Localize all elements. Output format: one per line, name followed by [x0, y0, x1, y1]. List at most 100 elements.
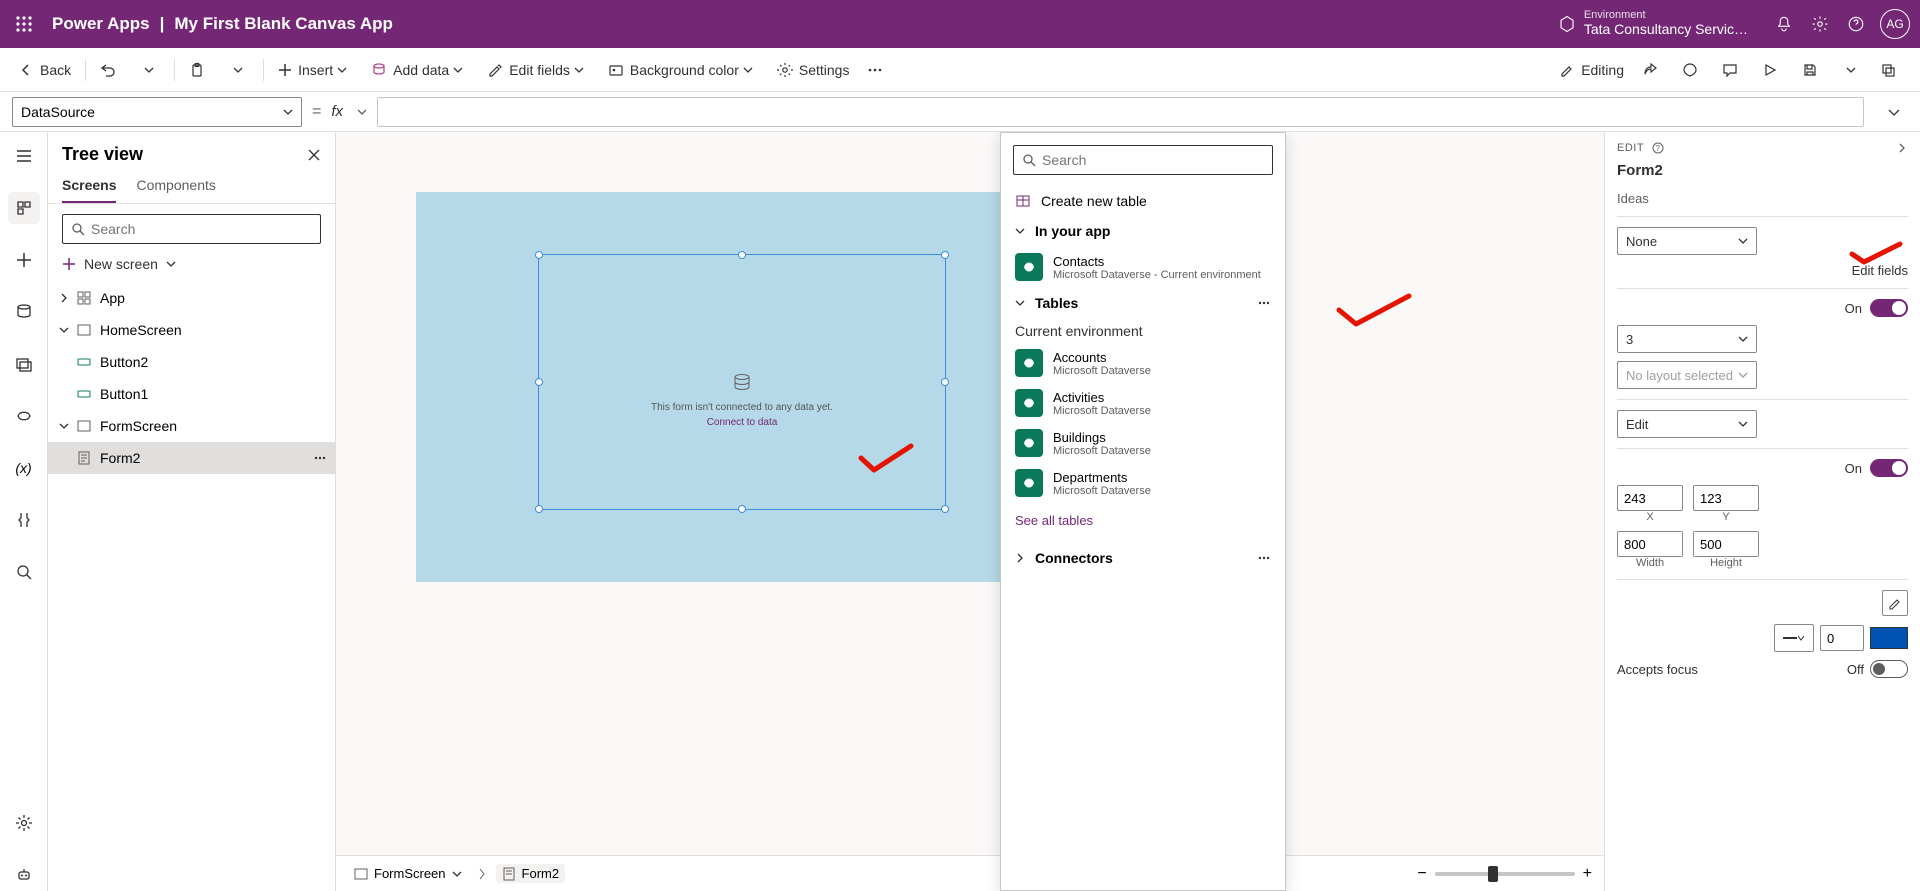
settings-button[interactable]: Settings [769, 54, 858, 86]
save-button[interactable] [1794, 54, 1832, 86]
save-dropdown[interactable] [1834, 54, 1870, 86]
connect-to-data-link[interactable]: Connect to data [539, 417, 945, 428]
fx-icon[interactable]: fx [331, 103, 343, 120]
zoom-track[interactable] [1435, 872, 1575, 876]
property-dropdown[interactable]: DataSource [12, 97, 302, 127]
tables-more-button[interactable] [1257, 296, 1271, 310]
tree-search-box[interactable] [62, 214, 321, 244]
datasource-search-input[interactable] [1042, 152, 1264, 168]
tree-item-form2[interactable]: Form2 [48, 442, 335, 474]
breadcrumb-form[interactable]: Form2 [496, 864, 566, 883]
position-y-input[interactable] [1693, 485, 1759, 511]
settings-gear-icon[interactable] [1802, 6, 1838, 42]
formula-expand-button[interactable] [1880, 98, 1908, 126]
rail-media-icon[interactable] [8, 348, 40, 380]
rail-search-icon[interactable] [8, 556, 40, 588]
rail-advanced-tools-icon[interactable] [8, 504, 40, 536]
share-button[interactable] [1634, 54, 1672, 86]
tab-components[interactable]: Components [136, 171, 215, 203]
rail-data-icon[interactable] [8, 296, 40, 328]
app-checker-button[interactable] [1674, 54, 1712, 86]
tab-screens[interactable]: Screens [62, 171, 116, 203]
tree-item-formscreen[interactable]: FormScreen [48, 410, 335, 442]
notifications-icon[interactable] [1766, 6, 1802, 42]
connectors-more-button[interactable] [1257, 551, 1271, 565]
resize-handle[interactable] [535, 251, 543, 259]
size-width-input[interactable] [1617, 531, 1683, 557]
chevron-right-icon[interactable] [56, 290, 72, 306]
layout-dropdown[interactable]: No layout selected [1617, 361, 1757, 389]
zoom-out-icon[interactable]: − [1417, 865, 1426, 883]
rail-settings-icon[interactable] [8, 807, 40, 839]
paste-dropdown[interactable] [221, 54, 257, 86]
insert-button[interactable]: Insert [270, 54, 361, 86]
tree-search-input[interactable] [91, 221, 312, 237]
tree-item-more-button[interactable] [313, 451, 327, 465]
preview-button[interactable] [1754, 54, 1792, 86]
position-x-input[interactable] [1617, 485, 1683, 511]
tree-item-homescreen[interactable]: HomeScreen [48, 314, 335, 346]
accepts-focus-toggle[interactable] [1870, 660, 1908, 678]
resize-handle[interactable] [535, 378, 543, 386]
rail-variables-icon[interactable]: (x) [8, 452, 40, 484]
editing-mode-button[interactable]: Editing [1551, 54, 1632, 86]
edit-fields-link[interactable]: Edit fields [1852, 263, 1908, 278]
back-button[interactable]: Back [10, 54, 79, 86]
table-row-contacts[interactable]: Contacts Microsoft Dataverse - Current e… [1001, 247, 1285, 287]
overflow-button[interactable] [859, 54, 897, 86]
default-mode-dropdown[interactable]: Edit [1617, 410, 1757, 438]
columns-dropdown[interactable]: 3 [1617, 325, 1757, 353]
rail-tree-view-icon[interactable] [8, 192, 40, 224]
zoom-in-icon[interactable]: + [1583, 865, 1592, 883]
form2-selection[interactable]: This form isn't connected to any data ye… [538, 254, 946, 510]
snap-toggle[interactable] [1870, 299, 1908, 317]
edit-fields-button[interactable]: Edit fields [479, 54, 598, 86]
app-name[interactable]: My First Blank Canvas App [174, 14, 393, 34]
zoom-slider[interactable]: − + [1417, 865, 1592, 883]
rail-power-automate-icon[interactable] [8, 400, 40, 432]
resize-handle[interactable] [941, 251, 949, 259]
tree-item-button2[interactable]: Button2 [48, 346, 335, 378]
visible-toggle[interactable] [1870, 459, 1908, 477]
paste-button[interactable] [181, 54, 219, 86]
waffle-icon[interactable] [10, 10, 38, 38]
user-avatar[interactable]: AG [1880, 9, 1910, 39]
see-all-tables-link[interactable]: See all tables [1001, 503, 1285, 538]
add-data-button[interactable]: Add data [363, 54, 477, 86]
ideas-tab[interactable]: Ideas [1617, 191, 1908, 206]
chevron-down-icon[interactable] [56, 322, 72, 338]
border-width-input[interactable] [1820, 625, 1864, 651]
publish-button[interactable] [1872, 54, 1910, 86]
resize-handle[interactable] [738, 505, 746, 513]
color-picker-button[interactable] [1882, 590, 1908, 616]
size-height-input[interactable] [1693, 531, 1759, 557]
close-tree-view-button[interactable] [307, 148, 321, 162]
rail-hamburger-icon[interactable] [8, 140, 40, 172]
rail-insert-icon[interactable] [8, 244, 40, 276]
canvas[interactable]: This form isn't connected to any data ye… [336, 132, 1604, 891]
table-row-departments[interactable]: DepartmentsMicrosoft Dataverse [1001, 463, 1285, 503]
datasource-search-box[interactable] [1013, 145, 1273, 175]
border-color-chip[interactable] [1870, 627, 1908, 649]
section-tables[interactable]: Tables [1001, 287, 1285, 319]
help-icon[interactable]: ? [1652, 142, 1664, 154]
table-row-activities[interactable]: ActivitiesMicrosoft Dataverse [1001, 383, 1285, 423]
resize-handle[interactable] [941, 505, 949, 513]
resize-handle[interactable] [738, 251, 746, 259]
tree-item-app[interactable]: App [48, 282, 335, 314]
section-connectors[interactable]: Connectors [1001, 538, 1285, 578]
chevron-down-icon[interactable] [56, 418, 72, 434]
datasource-dropdown[interactable]: None [1617, 227, 1757, 255]
help-icon[interactable] [1838, 6, 1874, 42]
environment-picker[interactable]: Environment Tata Consultancy Servic… [1558, 9, 1748, 39]
background-color-button[interactable]: Background color [600, 54, 767, 86]
undo-dropdown[interactable] [132, 54, 168, 86]
comments-button[interactable] [1714, 54, 1752, 86]
formula-input[interactable] [377, 97, 1864, 127]
resize-handle[interactable] [941, 378, 949, 386]
section-in-your-app[interactable]: In your app [1001, 215, 1285, 247]
collapse-panel-button[interactable] [1896, 142, 1908, 154]
product-name[interactable]: Power Apps [52, 14, 150, 34]
zoom-thumb[interactable] [1488, 866, 1498, 882]
undo-button[interactable] [92, 54, 130, 86]
